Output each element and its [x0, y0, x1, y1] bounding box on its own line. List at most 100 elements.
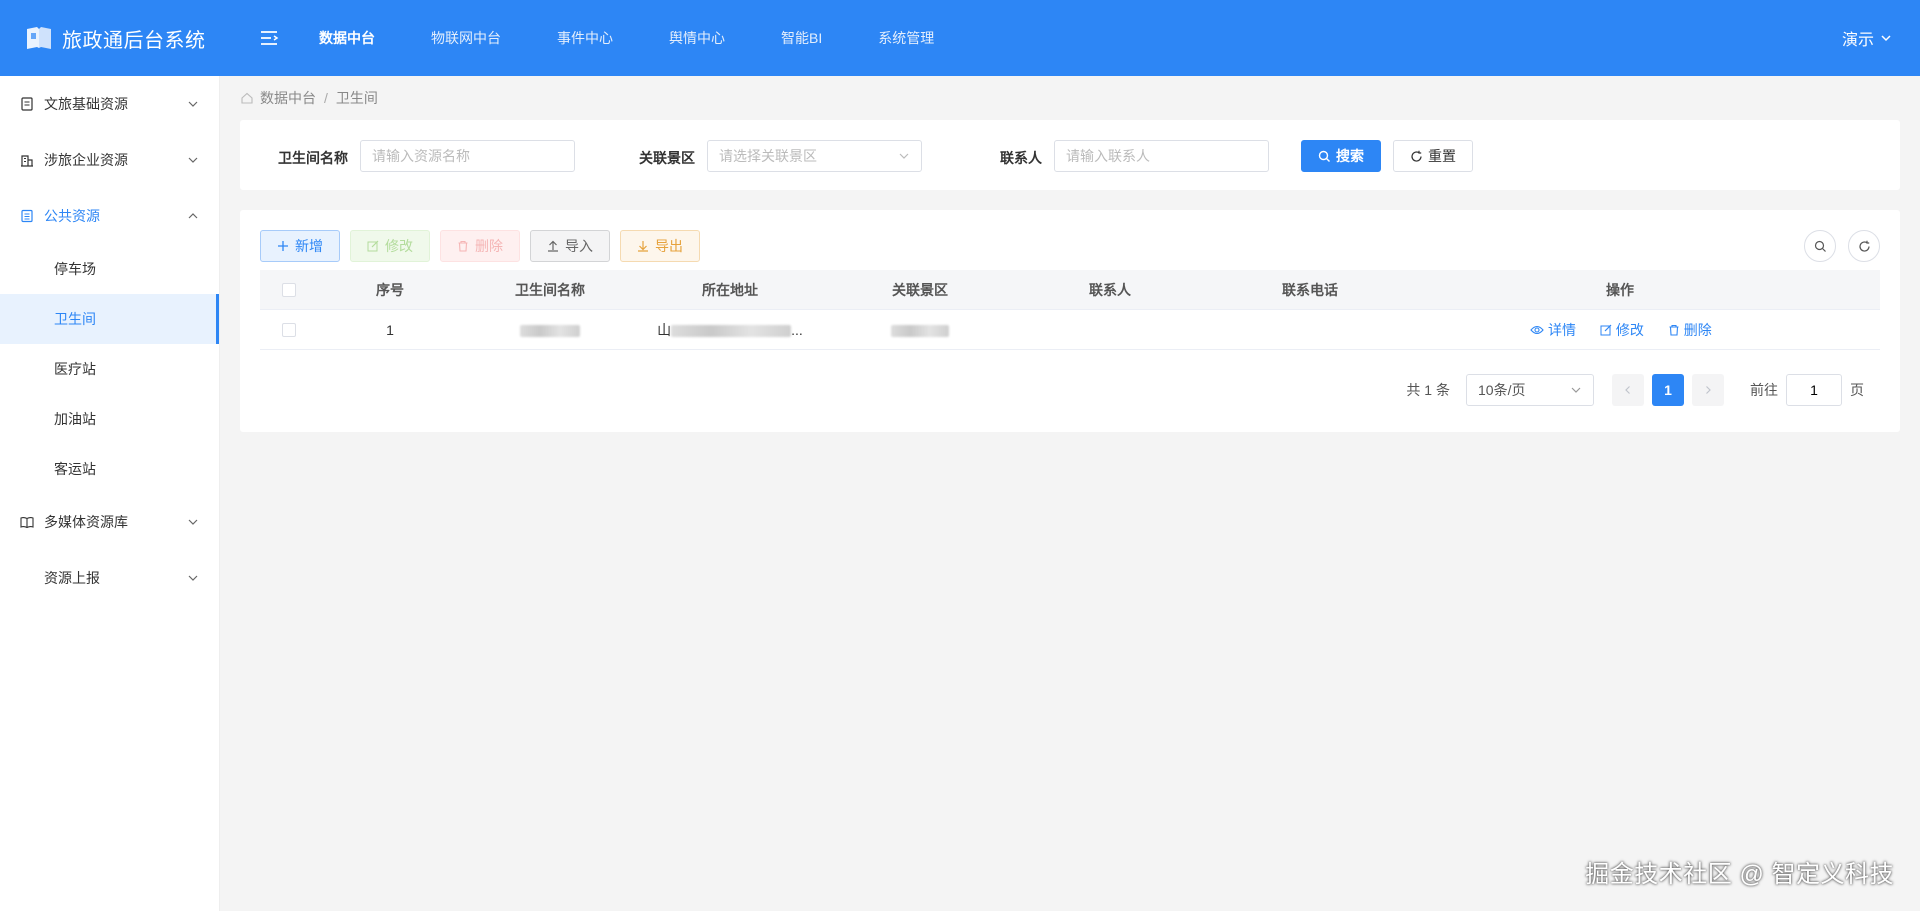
breadcrumb-parent[interactable]: 数据中台: [260, 88, 316, 108]
chevron-down-icon: [188, 575, 198, 581]
trash-icon: [458, 240, 468, 252]
table-row: 1 山... 详情 修改 删除: [260, 310, 1880, 350]
page-unit-label: 页: [1850, 382, 1864, 398]
row-delete-link[interactable]: 删除: [1668, 320, 1712, 340]
sidebar: 文旅基础资源 涉旅企业资源 公共资源 停车场 卫生间 医疗站 加油站 客运站 多…: [0, 76, 220, 911]
toggle-search-button[interactable]: [1804, 230, 1836, 262]
app-title: 旅政通后台系统: [62, 29, 206, 52]
refresh-table-button[interactable]: [1848, 230, 1880, 262]
reset-button-label: 重置: [1428, 148, 1456, 164]
restroom-name-input[interactable]: [360, 140, 575, 172]
sidebar-group-public-resources[interactable]: 公共资源: [0, 188, 219, 244]
header-scenic-area: 关联景区: [892, 281, 948, 298]
book-logo-icon: [27, 27, 51, 49]
goto-page-input[interactable]: [1786, 374, 1842, 406]
sidebar-group-resource-report[interactable]: 资源上报: [0, 550, 219, 606]
detail-label: 详情: [1548, 321, 1576, 338]
total-count: 共 1 条: [1406, 382, 1450, 398]
sidebar-group-label: 涉旅企业资源: [44, 152, 128, 168]
table-panel: 新增 修改 删除 导入 导出 序号 卫生间名称 所在地址 关联景区 联系人 联系…: [240, 210, 1900, 432]
trash-icon: [1669, 324, 1679, 336]
chevron-down-icon: [188, 101, 198, 107]
goto-label: 前往: [1750, 382, 1778, 398]
page-number-current[interactable]: 1: [1652, 374, 1684, 406]
row-index: 1: [386, 321, 394, 338]
edit-label: 修改: [1615, 321, 1644, 338]
topnav-iot-center[interactable]: 物联网中台: [431, 28, 501, 48]
refresh-icon: [1858, 240, 1870, 252]
redacted-text: [520, 324, 580, 337]
edit-button-label: 修改: [385, 238, 413, 254]
prev-page-button[interactable]: [1612, 374, 1644, 406]
edit-button[interactable]: 修改: [350, 230, 430, 262]
sidebar-item-medical[interactable]: 医疗站: [0, 344, 219, 394]
import-button[interactable]: 导入: [530, 230, 610, 262]
reset-button[interactable]: 重置: [1393, 140, 1473, 172]
report-icon: [20, 571, 34, 585]
page-size-select[interactable]: 10条/页: [1466, 374, 1594, 406]
row-detail-link[interactable]: 详情: [1530, 320, 1576, 340]
row-address: 山...: [630, 320, 830, 340]
eye-icon: [1530, 325, 1544, 334]
user-menu[interactable]: 演示: [1842, 26, 1892, 50]
delete-button-label: 删除: [475, 238, 503, 254]
table-header: 序号 卫生间名称 所在地址 关联景区 联系人 联系电话 操作: [260, 270, 1880, 310]
watermark: 掘金技术社区 @ 智定义科技: [1585, 861, 1894, 888]
breadcrumb: 数据中台 / 卫生间: [240, 88, 378, 108]
building-icon: [21, 155, 33, 167]
contact-input[interactable]: [1054, 140, 1269, 172]
scenic-area-label: 关联景区: [639, 150, 695, 166]
add-button[interactable]: 新增: [260, 230, 340, 262]
header-index: 序号: [376, 281, 404, 298]
page-size-value: 10条/页: [1478, 382, 1526, 398]
delete-label: 删除: [1683, 321, 1712, 338]
app-logo[interactable]: 旅政通后台系统: [24, 24, 234, 53]
sidebar-group-culture-tourism[interactable]: 文旅基础资源: [0, 76, 219, 132]
redacted-text: [671, 324, 792, 337]
top-navigation: 数据中台 物联网中台 事件中心 舆情中心 智能BI 系统管理: [319, 0, 990, 76]
pagination: 共 1 条 10条/页 1 前往 页: [1406, 374, 1864, 406]
search-form: 卫生间名称 关联景区 请选择关联景区 联系人 搜索 重置: [240, 120, 1900, 190]
chevron-down-icon: [188, 519, 198, 525]
restroom-name-label: 卫生间名称: [278, 150, 348, 166]
sidebar-item-bus-station[interactable]: 客运站: [0, 444, 219, 494]
topnav-event-center[interactable]: 事件中心: [557, 28, 613, 48]
row-checkbox[interactable]: [282, 322, 296, 337]
top-header: 旅政通后台系统 数据中台 物联网中台 事件中心 舆情中心 智能BI 系统管理 演…: [0, 0, 1920, 76]
address-suffix: ...: [791, 321, 803, 338]
sidebar-group-label: 文旅基础资源: [44, 96, 128, 112]
add-button-label: 新增: [295, 238, 323, 254]
import-button-label: 导入: [565, 238, 593, 254]
row-edit-link[interactable]: 修改: [1600, 320, 1644, 340]
redacted-text: [891, 324, 949, 337]
sidebar-group-multimedia[interactable]: 多媒体资源库: [0, 494, 219, 550]
search-button[interactable]: 搜索: [1301, 140, 1381, 172]
export-button-label: 导出: [655, 238, 683, 254]
breadcrumb-separator: /: [324, 90, 328, 106]
topnav-data-center[interactable]: 数据中台: [319, 28, 375, 48]
sidebar-group-enterprise[interactable]: 涉旅企业资源: [0, 132, 219, 188]
select-all-checkbox[interactable]: [282, 282, 296, 297]
header-name: 卫生间名称: [515, 281, 585, 298]
next-page-button[interactable]: [1692, 374, 1724, 406]
topnav-opinion-center[interactable]: 舆情中心: [669, 28, 725, 48]
menu-toggle-icon[interactable]: [259, 28, 279, 48]
document-icon: [21, 97, 33, 111]
contact-label: 联系人: [1000, 150, 1042, 166]
sidebar-item-parking[interactable]: 停车场: [0, 244, 219, 294]
edit-icon: [367, 240, 379, 252]
topnav-smart-bi[interactable]: 智能BI: [781, 28, 822, 48]
chevron-left-icon: [1625, 386, 1630, 394]
delete-button[interactable]: 删除: [440, 230, 520, 262]
search-icon: [1814, 240, 1826, 252]
topnav-system-management[interactable]: 系统管理: [878, 28, 934, 48]
refresh-icon: [1411, 150, 1422, 162]
user-name: 演示: [1841, 32, 1874, 49]
search-icon: [1318, 150, 1330, 162]
sidebar-item-restroom[interactable]: 卫生间: [0, 294, 219, 344]
scenic-area-select[interactable]: 请选择关联景区: [707, 140, 922, 172]
sidebar-item-gas-station[interactable]: 加油站: [0, 394, 219, 444]
export-button[interactable]: 导出: [620, 230, 700, 262]
sidebar-group-label: 资源上报: [44, 570, 100, 586]
download-icon: [638, 241, 648, 252]
